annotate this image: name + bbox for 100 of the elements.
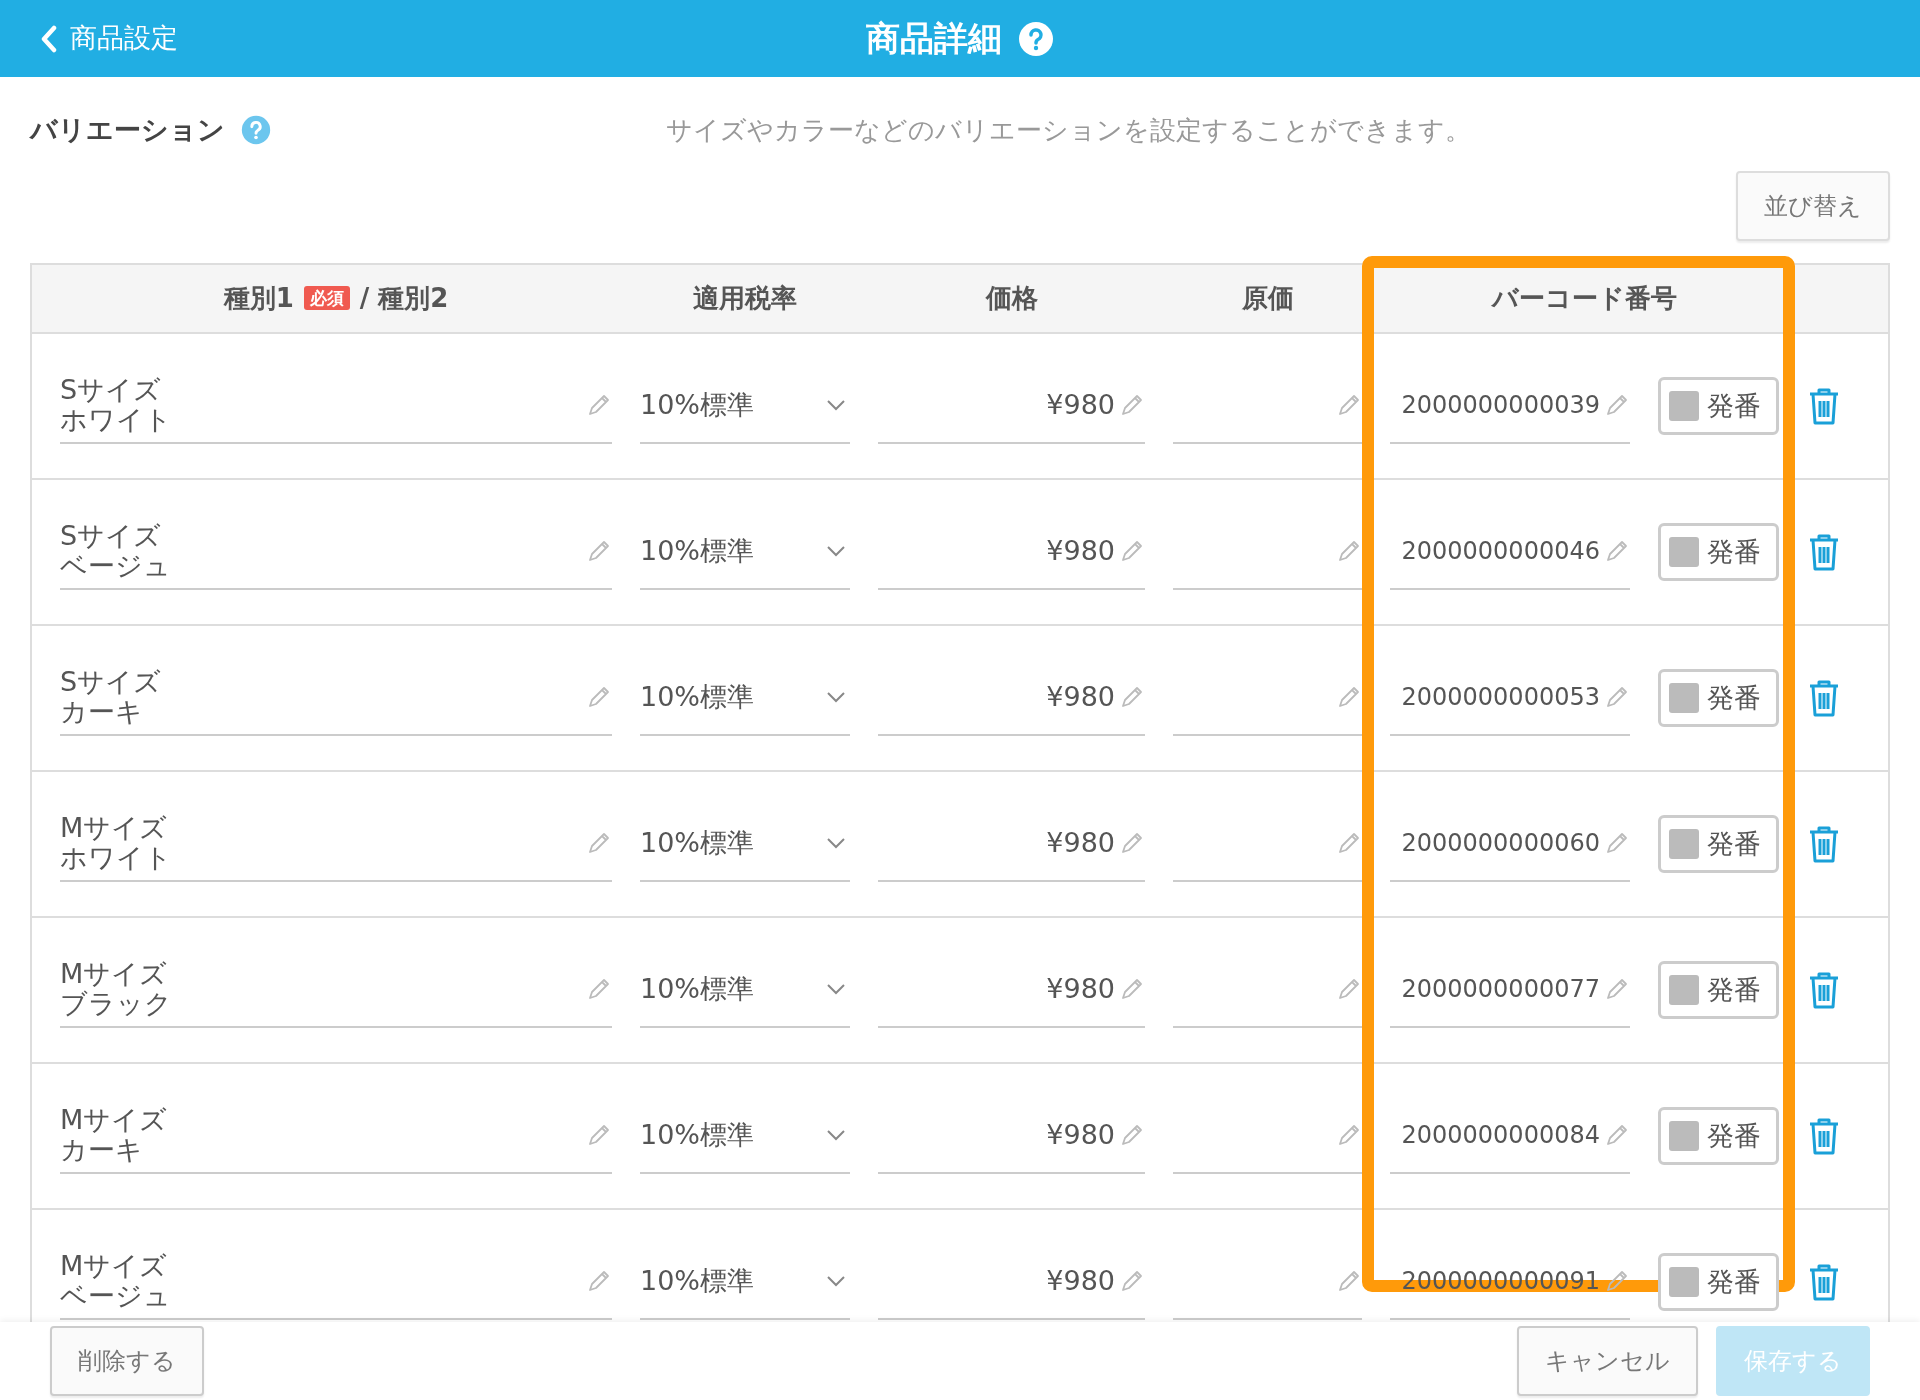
price-field[interactable]: ¥980 bbox=[878, 660, 1145, 736]
trash-icon[interactable] bbox=[1807, 532, 1841, 572]
pencil-icon[interactable] bbox=[586, 976, 612, 1002]
issue-button[interactable]: 発番 bbox=[1658, 1253, 1779, 1311]
tax-rate-select[interactable]: 10%標準 bbox=[640, 514, 850, 590]
column-header: / 種別2 bbox=[359, 283, 449, 313]
pencil-icon[interactable] bbox=[1604, 1122, 1630, 1148]
variation-name-field[interactable]: Mサイズ ブラック bbox=[60, 952, 612, 1028]
square-icon bbox=[1669, 829, 1699, 859]
barcode-field[interactable]: 2000000000039 bbox=[1390, 368, 1630, 444]
type2-text: ホワイト bbox=[60, 405, 172, 435]
chevron-down-icon bbox=[826, 983, 846, 995]
square-icon bbox=[1669, 683, 1699, 713]
tax-rate-select[interactable]: 10%標準 bbox=[640, 1098, 850, 1174]
pencil-icon[interactable] bbox=[1336, 538, 1362, 564]
tax-rate-select[interactable]: 10%標準 bbox=[640, 1244, 850, 1320]
type2-text: ベージュ bbox=[60, 551, 171, 581]
price-field[interactable]: ¥980 bbox=[878, 806, 1145, 882]
pencil-icon[interactable] bbox=[1119, 830, 1145, 856]
pencil-icon[interactable] bbox=[586, 538, 612, 564]
barcode-field[interactable]: 2000000000053 bbox=[1390, 660, 1630, 736]
square-icon bbox=[1669, 391, 1699, 421]
type1-text: Sサイズ bbox=[60, 375, 163, 405]
pencil-icon[interactable] bbox=[1119, 538, 1145, 564]
help-icon[interactable] bbox=[241, 115, 271, 145]
trash-icon[interactable] bbox=[1807, 1116, 1841, 1156]
tax-rate-select[interactable]: 10%標準 bbox=[640, 368, 850, 444]
cancel-button[interactable]: キャンセル bbox=[1517, 1326, 1698, 1396]
pencil-icon[interactable] bbox=[1119, 392, 1145, 418]
pencil-icon[interactable] bbox=[1604, 684, 1630, 710]
trash-icon[interactable] bbox=[1807, 678, 1841, 718]
variation-name-field[interactable]: Mサイズ カーキ bbox=[60, 1098, 612, 1174]
square-icon bbox=[1669, 1267, 1699, 1297]
type1-text: Sサイズ bbox=[60, 667, 162, 697]
issue-button[interactable]: 発番 bbox=[1658, 523, 1779, 581]
issue-button[interactable]: 発番 bbox=[1658, 815, 1779, 873]
pencil-icon[interactable] bbox=[586, 392, 612, 418]
pencil-icon[interactable] bbox=[1604, 830, 1630, 856]
tax-rate-select[interactable]: 10%標準 bbox=[640, 660, 850, 736]
price-field[interactable]: ¥980 bbox=[878, 368, 1145, 444]
pencil-icon[interactable] bbox=[586, 830, 612, 856]
trash-icon[interactable] bbox=[1807, 386, 1841, 426]
pencil-icon[interactable] bbox=[1119, 684, 1145, 710]
pencil-icon[interactable] bbox=[1604, 392, 1630, 418]
trash-icon[interactable] bbox=[1807, 970, 1841, 1010]
pencil-icon[interactable] bbox=[1336, 1122, 1362, 1148]
type2-text: ベージュ bbox=[60, 1281, 171, 1311]
chevron-down-icon bbox=[826, 1275, 846, 1287]
pencil-icon[interactable] bbox=[1119, 1268, 1145, 1294]
price-field[interactable]: ¥980 bbox=[878, 952, 1145, 1028]
variation-name-field[interactable]: Sサイズ カーキ bbox=[60, 660, 612, 736]
trash-icon[interactable] bbox=[1807, 1262, 1841, 1302]
pencil-icon[interactable] bbox=[586, 1122, 612, 1148]
pencil-icon[interactable] bbox=[1119, 976, 1145, 1002]
help-icon[interactable] bbox=[1018, 20, 1054, 57]
pencil-icon[interactable] bbox=[1336, 830, 1362, 856]
variation-name-field[interactable]: Sサイズ ホワイト bbox=[60, 368, 612, 444]
pencil-icon[interactable] bbox=[1604, 538, 1630, 564]
square-icon bbox=[1669, 537, 1699, 567]
sort-button[interactable]: 並び替え bbox=[1736, 171, 1890, 241]
pencil-icon[interactable] bbox=[1336, 976, 1362, 1002]
price-field[interactable]: ¥980 bbox=[878, 1244, 1145, 1320]
pencil-icon[interactable] bbox=[1336, 684, 1362, 710]
square-icon bbox=[1669, 975, 1699, 1005]
column-header: 原価 bbox=[1241, 283, 1294, 313]
chevron-down-icon bbox=[826, 1129, 846, 1141]
barcode-field[interactable]: 2000000000046 bbox=[1390, 514, 1630, 590]
issue-button[interactable]: 発番 bbox=[1658, 377, 1779, 435]
section-description: サイズやカラーなどのバリエーションを設定することができます。 bbox=[666, 113, 1471, 147]
barcode-field[interactable]: 2000000000060 bbox=[1390, 806, 1630, 882]
pencil-icon[interactable] bbox=[586, 684, 612, 710]
issue-button[interactable]: 発番 bbox=[1658, 1107, 1779, 1165]
pencil-icon[interactable] bbox=[586, 1268, 612, 1294]
required-badge: 必須 bbox=[303, 286, 350, 310]
type1-text: Sサイズ bbox=[60, 521, 163, 551]
square-icon bbox=[1669, 1121, 1699, 1151]
chevron-left-icon bbox=[40, 24, 58, 53]
variation-name-field[interactable]: Sサイズ ベージュ bbox=[60, 514, 612, 590]
pencil-icon[interactable] bbox=[1336, 392, 1362, 418]
variation-name-field[interactable]: Mサイズ ホワイト bbox=[60, 806, 612, 882]
column-header: バーコード番号 bbox=[1492, 283, 1677, 313]
barcode-field[interactable]: 2000000000084 bbox=[1390, 1098, 1630, 1174]
price-field[interactable]: ¥980 bbox=[878, 514, 1145, 590]
type2-text: カーキ bbox=[60, 697, 144, 727]
pencil-icon[interactable] bbox=[1336, 1268, 1362, 1294]
barcode-field[interactable]: 2000000000077 bbox=[1390, 952, 1630, 1028]
delete-button[interactable]: 削除する bbox=[50, 1326, 204, 1396]
tax-rate-select[interactable]: 10%標準 bbox=[640, 952, 850, 1028]
type2-text: ホワイト bbox=[60, 843, 172, 873]
issue-button[interactable]: 発番 bbox=[1658, 961, 1779, 1019]
issue-button[interactable]: 発番 bbox=[1658, 669, 1779, 727]
variation-name-field[interactable]: Mサイズ ベージュ bbox=[60, 1244, 612, 1320]
pencil-icon[interactable] bbox=[1604, 976, 1630, 1002]
tax-rate-select[interactable]: 10%標準 bbox=[640, 806, 850, 882]
chevron-down-icon bbox=[826, 545, 846, 557]
trash-icon[interactable] bbox=[1807, 824, 1841, 864]
pencil-icon[interactable] bbox=[1604, 1268, 1630, 1294]
pencil-icon[interactable] bbox=[1119, 1122, 1145, 1148]
price-field[interactable]: ¥980 bbox=[878, 1098, 1145, 1174]
page-title: 商品詳細 bbox=[866, 17, 1002, 60]
